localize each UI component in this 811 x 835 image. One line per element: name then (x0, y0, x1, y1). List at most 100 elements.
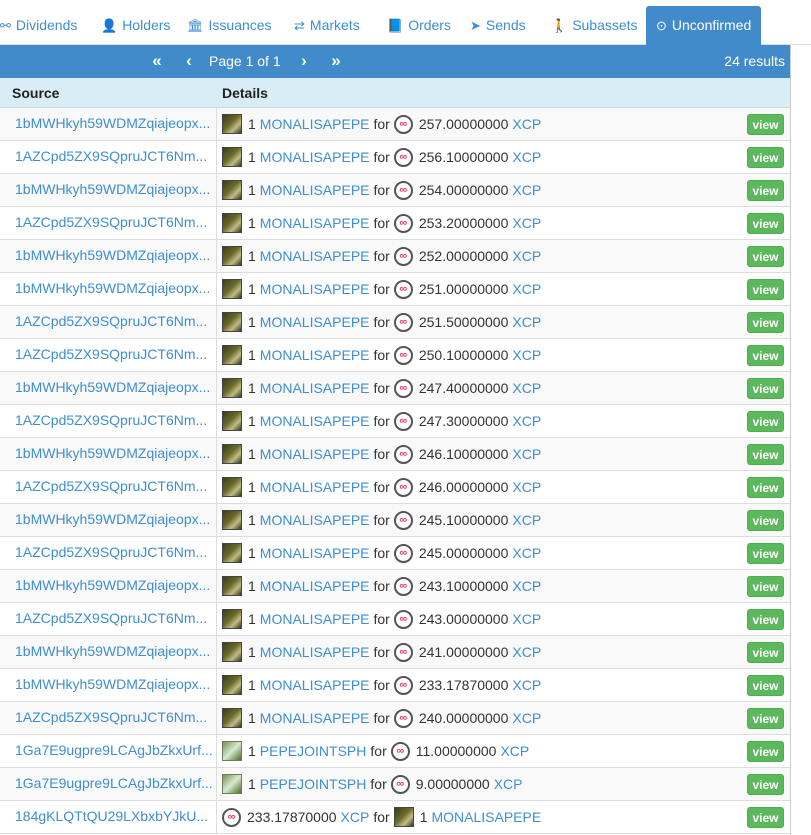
source-address-link[interactable]: 1AZCpd5ZX9SQpruJCT6Nm... (0, 537, 217, 569)
asset-link[interactable]: MONALISAPEPE (260, 377, 370, 399)
asset-link[interactable]: MONALISAPEPE (260, 674, 370, 696)
source-address-link[interactable]: 1bMWHkyh59WDMZqiajeopx... (0, 438, 217, 470)
source-address-link[interactable]: 1bMWHkyh59WDMZqiajeopx... (0, 669, 217, 701)
next-page-button[interactable]: › (296, 51, 310, 71)
source-address-link[interactable]: 1bMWHkyh59WDMZqiajeopx... (0, 240, 217, 272)
asset-link[interactable]: MONALISAPEPE (260, 641, 370, 663)
prev-page-button[interactable]: ‹ (181, 51, 195, 71)
currency-link[interactable]: XCP (500, 740, 529, 762)
asset-link[interactable]: MONALISAPEPE (260, 179, 370, 201)
source-address-link[interactable]: 1bMWHkyh59WDMZqiajeopx... (0, 570, 217, 602)
view-button[interactable]: view (747, 180, 784, 201)
source-address-link[interactable]: 1bMWHkyh59WDMZqiajeopx... (0, 273, 217, 305)
source-address-link[interactable]: 1bMWHkyh59WDMZqiajeopx... (0, 174, 217, 206)
tab-dividends[interactable]: ⚯ Dividends (0, 6, 77, 45)
view-button[interactable]: view (747, 114, 784, 135)
currency-link[interactable]: XCP (512, 179, 541, 201)
asset-link[interactable]: MONALISAPEPE (260, 410, 370, 432)
currency-link[interactable]: XCP (512, 641, 541, 663)
asset-link[interactable]: MONALISAPEPE (260, 608, 370, 630)
currency-link[interactable]: XCP (512, 146, 541, 168)
view-button[interactable]: view (747, 213, 784, 234)
first-page-button[interactable]: « (146, 51, 166, 71)
source-address-link[interactable]: 1AZCpd5ZX9SQpruJCT6Nm... (0, 207, 217, 239)
asset-link[interactable]: MONALISAPEPE (260, 245, 370, 267)
source-address-link[interactable]: 1AZCpd5ZX9SQpruJCT6Nm... (0, 306, 217, 338)
view-button[interactable]: view (747, 774, 784, 795)
currency-link[interactable]: XCP (341, 806, 370, 828)
currency-link[interactable]: XCP (512, 542, 541, 564)
asset-link[interactable]: MONALISAPEPE (260, 707, 370, 729)
source-address-link[interactable]: 1Ga7E9ugpre9LCAgJbZkxUrf... (0, 735, 217, 767)
currency-link[interactable]: XCP (512, 278, 541, 300)
view-button[interactable]: view (747, 510, 784, 531)
asset-link[interactable]: MONALISAPEPE (260, 311, 370, 333)
view-button[interactable]: view (747, 675, 784, 696)
view-button[interactable]: view (747, 444, 784, 465)
tab-unconfirmed[interactable]: ⊙ Unconfirmed (646, 6, 762, 45)
currency-link[interactable]: XCP (512, 410, 541, 432)
source-address-link[interactable]: 1AZCpd5ZX9SQpruJCT6Nm... (0, 702, 217, 734)
view-button[interactable]: view (747, 378, 784, 399)
view-button[interactable]: view (747, 708, 784, 729)
currency-link[interactable]: XCP (494, 773, 523, 795)
currency-link[interactable]: XCP (512, 212, 541, 234)
asset-link[interactable]: PEPEJOINTSPH (260, 740, 367, 762)
currency-link[interactable]: XCP (512, 113, 541, 135)
asset-link[interactable]: MONALISAPEPE (260, 278, 370, 300)
asset-link[interactable]: MONALISAPEPE (260, 212, 370, 234)
view-button[interactable]: view (747, 345, 784, 366)
currency-link[interactable]: XCP (512, 707, 541, 729)
source-address-link[interactable]: 184gKLQTtQU29LXbxbYJkU... (0, 801, 217, 833)
tab-holders[interactable]: 👤 Holders (101, 6, 170, 45)
source-address-link[interactable]: 1AZCpd5ZX9SQpruJCT6Nm... (0, 339, 217, 371)
tab-markets[interactable]: ⇄ Markets (294, 6, 360, 45)
view-button[interactable]: view (747, 609, 784, 630)
view-button[interactable]: view (747, 147, 784, 168)
view-button[interactable]: view (747, 807, 784, 828)
asset-link[interactable]: MONALISAPEPE (260, 113, 370, 135)
asset-link[interactable]: MONALISAPEPE (260, 575, 370, 597)
asset-link[interactable]: MONALISAPEPE (260, 443, 370, 465)
currency-link[interactable]: XCP (512, 344, 541, 366)
currency-link[interactable]: XCP (512, 377, 541, 399)
asset-link[interactable]: PEPEJOINTSPH (260, 773, 367, 795)
view-button[interactable]: view (747, 642, 784, 663)
source-address-link[interactable]: 1AZCpd5ZX9SQpruJCT6Nm... (0, 471, 217, 503)
tab-sends[interactable]: ➤ Sends (470, 6, 526, 45)
asset-link[interactable]: MONALISAPEPE (260, 344, 370, 366)
currency-link[interactable]: XCP (512, 476, 541, 498)
currency-link[interactable]: XCP (512, 311, 541, 333)
tab-subassets[interactable]: 🚶 Subassets (551, 6, 638, 45)
tab-orders[interactable]: 📘 Orders (387, 6, 451, 45)
view-button[interactable]: view (747, 246, 784, 267)
tab-issuances[interactable]: 🏛 Issuances (187, 6, 272, 45)
source-address-link[interactable]: 1AZCpd5ZX9SQpruJCT6Nm... (0, 603, 217, 635)
currency-link[interactable]: XCP (512, 443, 541, 465)
asset-link[interactable]: MONALISAPEPE (260, 509, 370, 531)
asset-link[interactable]: MONALISAPEPE (431, 806, 541, 828)
currency-link[interactable]: XCP (512, 575, 541, 597)
view-button[interactable]: view (747, 312, 784, 333)
asset-link[interactable]: MONALISAPEPE (260, 146, 370, 168)
source-address-link[interactable]: 1AZCpd5ZX9SQpruJCT6Nm... (0, 141, 217, 173)
view-button[interactable]: view (747, 741, 784, 762)
source-address-link[interactable]: 1bMWHkyh59WDMZqiajeopx... (0, 504, 217, 536)
asset-link[interactable]: MONALISAPEPE (260, 476, 370, 498)
asset-link[interactable]: MONALISAPEPE (260, 542, 370, 564)
source-address-link[interactable]: 1bMWHkyh59WDMZqiajeopx... (0, 108, 217, 140)
view-button[interactable]: view (747, 477, 784, 498)
view-button[interactable]: view (747, 576, 784, 597)
view-button[interactable]: view (747, 411, 784, 432)
last-page-button[interactable]: » (325, 51, 345, 71)
currency-link[interactable]: XCP (512, 674, 541, 696)
source-address-link[interactable]: 1bMWHkyh59WDMZqiajeopx... (0, 372, 217, 404)
source-address-link[interactable]: 1AZCpd5ZX9SQpruJCT6Nm... (0, 405, 217, 437)
source-address-link[interactable]: 1bMWHkyh59WDMZqiajeopx... (0, 636, 217, 668)
view-button[interactable]: view (747, 543, 784, 564)
currency-link[interactable]: XCP (512, 245, 541, 267)
currency-link[interactable]: XCP (512, 509, 541, 531)
source-address-link[interactable]: 1Ga7E9ugpre9LCAgJbZkxUrf... (0, 768, 217, 800)
view-button[interactable]: view (747, 279, 784, 300)
currency-link[interactable]: XCP (512, 608, 541, 630)
